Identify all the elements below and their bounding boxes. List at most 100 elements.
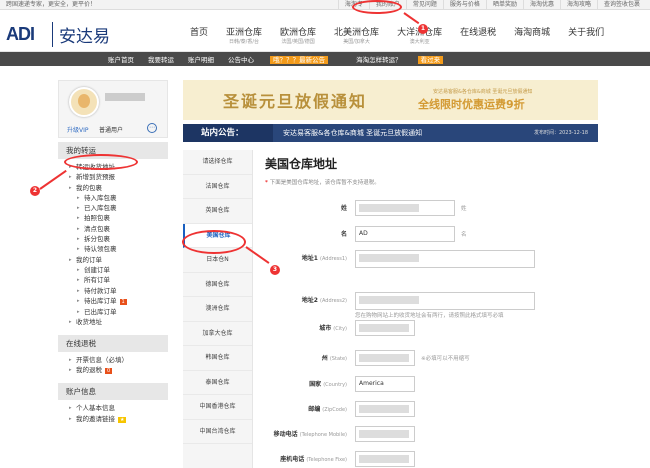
section-tax-title: 在线退税 [58,334,168,352]
forwarding-item-3[interactable]: 待入库包裹 [76,193,168,204]
nav-mall[interactable]: 海淘商城 [514,25,550,45]
tax-item-0[interactable]: 开票信息（必填） [69,355,168,366]
forwarding-item-label: 拍照包裹 [84,214,110,223]
account-menu: 个人基本信息我的邀请链接★ [58,400,168,428]
top-link-service[interactable]: 服务与价格 [442,0,486,10]
forwarding-menu: 转运收货地址新增到货预报我的包裹待入库包裹已入库包裹拍照包裹清点包裹拆分包裹待认… [58,159,168,331]
forwarding-item-14[interactable]: 已出库订单 [76,307,168,318]
subnav-statement[interactable]: 账户明细 [188,54,214,64]
warehouse-tab-9[interactable]: 中国香港仓库 [183,395,252,420]
banner-promo: 全线限时优惠运费9折 [418,98,525,111]
subnav-forward[interactable]: 我要转运 [148,54,174,64]
warehouse-tab-10[interactable]: 中国台湾仓库 [183,420,252,444]
field-input[interactable] [355,292,535,310]
forwarding-item-1[interactable]: 新增到货预报 [69,172,168,183]
forwarding-item-15[interactable]: 收货地址 [69,317,168,328]
field-row-5: 州 (State) ※必填可以不用缩写 [262,350,602,366]
annotation-number-3: 3 [270,265,280,275]
panel-title: 美国仓库地址 [265,157,338,171]
field-label: 城市 (City) [319,325,347,332]
warehouse-tab-4[interactable]: 德国仓库 [183,273,252,297]
top-utility-bar: 跨国速递专家，更安全，更平价！ 海淘专 我的账户 常见问题 服务与价格 晒单奖励… [0,0,650,10]
nav-asia[interactable]: 亚洲仓库 日韩/泰/香/台 [226,25,262,45]
forwarding-item-label: 待付款订单 [84,286,117,295]
forwarding-item-label: 我的订单 [76,255,102,264]
field-label: 名 [340,231,347,238]
top-link-track[interactable]: 查询签收包裹 [596,0,646,10]
forwarding-item-8[interactable]: 待认领包裹 [76,244,168,255]
field-row-4: 城市 (City) [262,320,602,336]
warehouse-header: 请选择仓库 [183,150,252,175]
field-row-7: 邮编 (ZipCode) [262,401,602,417]
logo[interactable]: ADI [6,24,35,45]
field-input[interactable] [355,320,415,336]
notice-message[interactable]: 安达易客服&各仓库&商城 圣诞元旦放假通知 [283,124,422,142]
forwarding-item-12[interactable]: 待付款订单 [76,286,168,297]
field-input[interactable] [355,451,415,467]
field-input[interactable] [355,250,535,268]
subnav-faq[interactable]: 海淘怎样转运？ 看过来 [356,54,457,64]
main-nav: 首页 亚洲仓库 日韩/泰/香/台 欧洲仓库 法国/英国/德国 北美洲仓库 美国/加拿大… [190,25,622,45]
forwarding-item-11[interactable]: 所有订单 [76,275,168,286]
account-item-label: 我的邀请链接 [76,414,115,423]
warehouse-tab-5[interactable]: 澳洲仓库 [183,297,252,322]
forwarding-item-label: 创建订单 [84,265,110,274]
holiday-banner[interactable]: 圣诞元旦放假通知 安达易客服&各仓库&商城 圣诞元旦放假通知 全线限时优惠运费9… [183,80,598,120]
field-tip: 您在购物网站上的收货地址会有两行，请按照此格式填写必填 [355,313,504,319]
account-item-1[interactable]: 我的邀请链接★ [69,414,168,425]
forwarding-item-10[interactable]: 创建订单 [76,265,168,276]
notice-head: 站内公告： [183,124,273,142]
warehouse-tabs: 请选择仓库 法国仓库 英国仓库 美国仓库 日本仓N 德国仓库 澳洲仓库 加拿大仓库 韩国仓库泰… [183,150,253,468]
forwarding-item-label: 已出库订单 [84,308,117,317]
field-input[interactable] [355,426,415,442]
annotation-circle-address-link [64,154,138,170]
forwarding-item-label: 待出库订单 [84,296,117,305]
top-link-guide[interactable]: 海淘攻略 [559,0,597,10]
account-item-0[interactable]: 个人基本信息 [69,403,168,414]
field-input[interactable]: AD [355,226,455,242]
nav-north-america[interactable]: 北美洲仓库 美国/加拿大 [334,25,379,45]
tax-item-1[interactable]: 我的退税0 [69,365,168,376]
nav-home[interactable]: 首页 [190,25,208,45]
field-input[interactable] [355,200,455,216]
forwarding-item-label: 收货地址 [76,318,102,327]
tax-item-label: 开票信息（必填） [76,355,128,364]
warehouse-tab-8[interactable]: 泰国仓库 [183,371,252,395]
top-link-deals[interactable]: 海淘优惠 [522,0,560,10]
annotation-number-1: 1 [418,24,428,34]
forwarding-item-4[interactable]: 已入库包裹 [76,203,168,214]
upgrade-vip-link[interactable]: 升级VIP [67,125,89,134]
forwarding-item-7[interactable]: 拆分包裹 [76,234,168,245]
field-row-9: 座机电话 (Telephone Fixe) [262,451,602,467]
avatar[interactable] [69,87,99,117]
annotation-circle-my-account [352,0,402,14]
nav-about[interactable]: 关于我们 [568,25,604,45]
forwarding-item-13[interactable]: 待出库订单1 [76,296,168,307]
warehouse-tab-7[interactable]: 韩国仓库 [183,346,252,371]
nav-tax-refund[interactable]: 在线退税 [460,25,496,45]
field-input[interactable]: America [355,376,415,392]
field-row-1: 名 AD 名 [262,226,602,242]
top-link-faq[interactable]: 常见问题 [405,0,443,10]
top-link-share[interactable]: 晒单奖励 [485,0,523,10]
subnav-notices[interactable]: 公告中心 哦？？？最新公告 [228,54,342,64]
warehouse-tab-1[interactable]: 英国仓库 [183,199,252,224]
message-icon[interactable]: ⋯ [147,123,157,133]
username-redacted [105,93,145,101]
warehouse-tab-0[interactable]: 法国仓库 [183,175,252,199]
forwarding-item-5[interactable]: 拍照包裹 [76,213,168,224]
subnav-account-home[interactable]: 账户首页 [108,54,134,64]
field-input[interactable] [355,401,415,417]
sidebar: 升级VIP 普通用户 ⋯ 我的转运 转运收货地址新增到货预报我的包裹待入库包裹已… [58,80,168,428]
forwarding-item-2[interactable]: 我的包裹 [69,183,168,194]
warehouse-tab-6[interactable]: 加拿大仓库 [183,322,252,346]
annotation-circle-us-warehouse [182,230,246,254]
tax-item-label: 我的退税 [76,366,102,375]
forwarding-item-9[interactable]: 我的订单 [69,255,168,266]
field-tip: 名 [461,232,467,238]
forwarding-item-6[interactable]: 清点包裹 [76,224,168,235]
section-tax: 在线退税 开票信息（必填）我的退税0 [58,334,168,380]
tax-menu: 开票信息（必填）我的退税0 [58,352,168,380]
field-input[interactable] [355,350,415,366]
nav-europe[interactable]: 欧洲仓库 法国/英国/德国 [280,25,316,45]
